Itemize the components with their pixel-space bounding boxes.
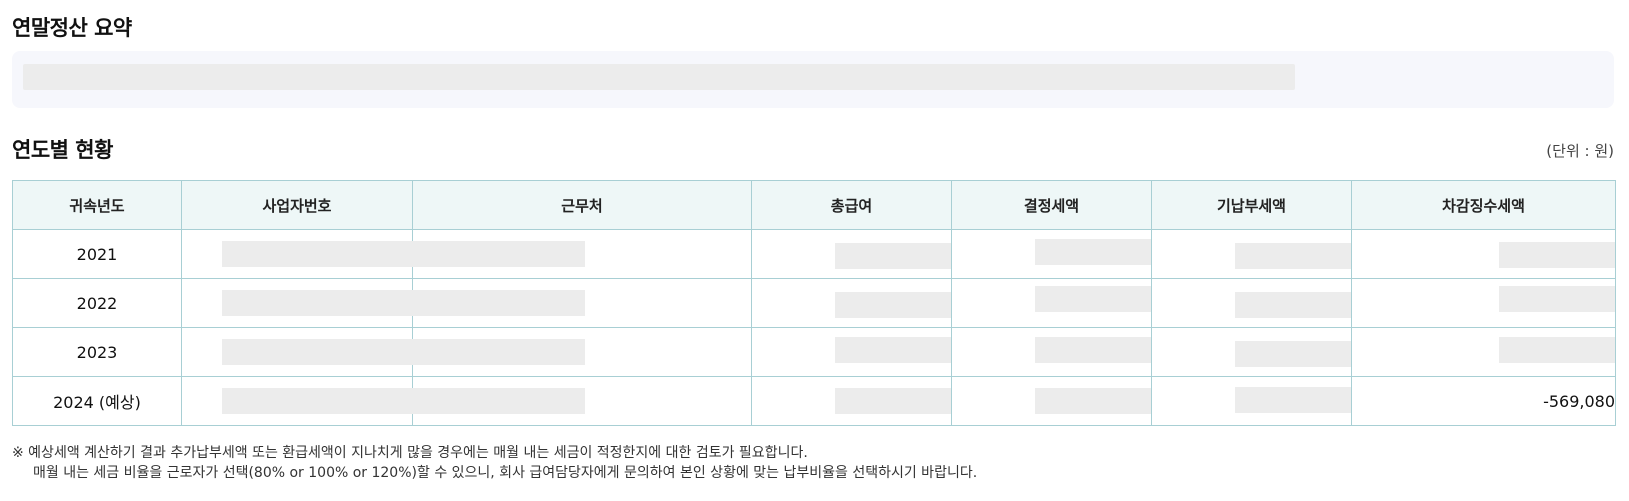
year-cell: 2024 (예상): [12, 376, 182, 426]
redacted-mask: [835, 337, 951, 363]
redacted-mask: [835, 292, 951, 318]
column-header-determined-tax: 결정세액: [951, 180, 1152, 230]
summary-title: 연말정산 요약: [12, 16, 132, 40]
deduction-tax-cell: -569,080: [1351, 376, 1616, 426]
redacted-mask: [222, 290, 585, 316]
determined-tax-cell: [951, 327, 1152, 377]
prepaid-tax-cell: [1151, 327, 1352, 377]
table-row: 2021: [12, 229, 1616, 279]
redacted-mask: [1235, 387, 1351, 413]
notice-line-1: ※ 예상세액 계산하기 결과 추가납부세액 또는 환급세액이 지나치게 많을 경…: [12, 445, 808, 461]
total-salary-cell: [751, 278, 952, 328]
prepaid-tax-cell: [1151, 376, 1352, 426]
redacted-mask: [1235, 292, 1351, 318]
determined-tax-cell: [951, 278, 1152, 328]
business-number-cell: [181, 327, 585, 377]
redacted-mask: [222, 339, 585, 365]
yearly-status-title: 연도별 현황: [12, 138, 113, 162]
column-header-deduction-tax: 차감징수세액: [1351, 180, 1616, 230]
redacted-mask: [1035, 388, 1151, 414]
table-row: 2024 (예상) -569,080: [12, 376, 1616, 426]
table-row: 2022: [12, 278, 1616, 328]
column-header-year: 귀속년도: [12, 180, 182, 230]
total-salary-cell: [751, 327, 952, 377]
year-cell: 2022: [12, 278, 182, 328]
total-salary-cell: [751, 376, 952, 426]
year-end-settlement-panel: 연말정산 요약 연도별 현황 (단위 : 원) 귀속년도 사업자번호 근무처 총…: [0, 0, 1629, 501]
redacted-mask: [1499, 242, 1615, 268]
redacted-mask: [835, 388, 951, 414]
redacted-mask: [1035, 286, 1151, 312]
business-number-cell: [181, 229, 585, 279]
deduction-tax-cell: [1351, 229, 1616, 279]
unit-label: (단위 : 원): [1546, 142, 1614, 160]
redacted-mask: [222, 388, 585, 414]
redacted-mask: [1035, 239, 1151, 265]
redacted-mask: [222, 241, 585, 267]
year-cell: 2023: [12, 327, 182, 377]
yearly-status-table: 귀속년도 사업자번호 근무처 총급여 결정세액 기납부세액 차감징수세액 202…: [12, 180, 1616, 426]
deduction-tax-cell: [1351, 327, 1616, 377]
column-header-business-number: 사업자번호: [181, 180, 413, 230]
prepaid-tax-cell: [1151, 278, 1352, 328]
business-number-cell: [181, 278, 585, 328]
notice-text: ※ 예상세액 계산하기 결과 추가납부세액 또는 환급세액이 지나치게 많을 경…: [12, 443, 977, 483]
redacted-mask: [1235, 341, 1351, 367]
summary-content-redacted: [23, 64, 1295, 90]
redacted-mask: [1499, 286, 1615, 312]
total-salary-cell: [751, 229, 952, 279]
redacted-mask: [835, 243, 951, 269]
redacted-mask: [1035, 337, 1151, 363]
table-row: 2023: [12, 327, 1616, 377]
determined-tax-cell: [951, 229, 1152, 279]
column-header-total-salary: 총급여: [751, 180, 952, 230]
business-number-cell: [181, 376, 585, 426]
column-header-workplace: 근무처: [412, 180, 752, 230]
column-header-prepaid-tax: 기납부세액: [1151, 180, 1352, 230]
year-cell: 2021: [12, 229, 182, 279]
table-header-row: 귀속년도 사업자번호 근무처 총급여 결정세액 기납부세액 차감징수세액: [12, 180, 1616, 230]
deduction-tax-cell: [1351, 278, 1616, 328]
redacted-mask: [1499, 337, 1615, 363]
prepaid-tax-cell: [1151, 229, 1352, 279]
redacted-mask: [1235, 243, 1351, 269]
notice-line-2: 매월 내는 세금 비율을 근로자가 선택(80% or 100% or 120%…: [33, 465, 978, 481]
determined-tax-cell: [951, 376, 1152, 426]
summary-box: [12, 51, 1614, 108]
